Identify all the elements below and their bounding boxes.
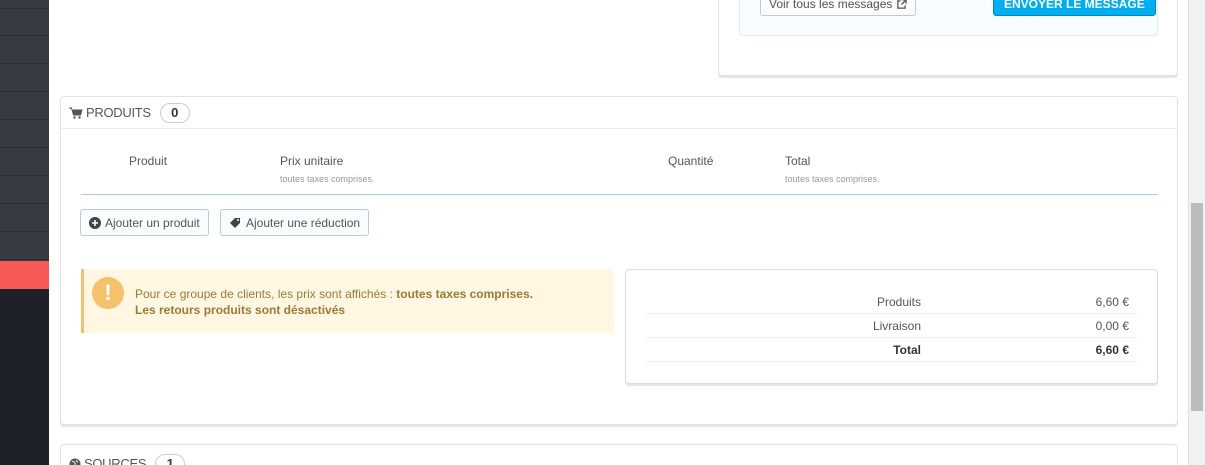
column-header-product: Produit: [129, 154, 168, 168]
table-header-divider: [81, 194, 1158, 195]
totals-label: Livraison: [872, 319, 921, 333]
totals-value: 6,60 €: [1095, 343, 1129, 357]
sidebar-item[interactable]: [0, 93, 49, 120]
column-subheader-unit-price: toutes taxes comprises.: [280, 174, 375, 184]
sidebar-item[interactable]: [0, 149, 49, 176]
add-discount-label: Ajouter une réduction: [246, 215, 361, 230]
add-discount-button[interactable]: Ajouter une réduction: [220, 209, 370, 236]
tag-icon: [229, 216, 242, 230]
sources-panel-heading: Sources 1: [61, 449, 1177, 465]
view-all-messages-label: Voir tous les messages: [769, 0, 893, 11]
alert-returns-disabled: Les retours produits sont désactivés: [135, 303, 346, 317]
view-all-messages-button[interactable]: Voir tous les messages: [760, 0, 917, 16]
sidebar-item[interactable]: [0, 0, 49, 9]
add-product-label: Ajouter un produit: [105, 215, 200, 230]
products-count-badge: 0: [159, 102, 190, 123]
send-message-button[interactable]: Envoyer le message: [993, 0, 1156, 16]
sources-panel-title: Sources: [84, 456, 147, 465]
totals-value: 6,60 €: [1095, 295, 1129, 309]
alert-emphasis: toutes taxes comprises.: [396, 287, 533, 301]
sidebar-nav: [0, 0, 49, 465]
shopping-cart-icon: [69, 106, 83, 120]
order-totals-panel: Produits 6,60 € Livraison 0,00 € Total 6…: [625, 269, 1158, 384]
alert-prefix: Pour ce groupe de clients, les prix sont…: [135, 287, 397, 301]
sidebar-item[interactable]: [0, 205, 49, 232]
products-panel-title: Produits: [86, 105, 151, 120]
sidebar-item[interactable]: [0, 233, 49, 260]
messages-panel: Voir tous les messages Envoyer le messag…: [718, 0, 1178, 76]
add-product-button[interactable]: Ajouter un produit: [80, 209, 209, 236]
globe-icon: [69, 457, 81, 465]
sidebar-item[interactable]: [0, 177, 49, 204]
column-header-unit-price: Prix unitaire: [280, 154, 344, 168]
sidebar-footer: [0, 289, 49, 465]
external-link-icon: [896, 0, 908, 11]
sources-panel: Sources 1: [60, 444, 1178, 465]
sidebar-item-active[interactable]: [0, 261, 49, 289]
scrollbar-thumb[interactable]: [1191, 203, 1203, 411]
sidebar-item[interactable]: [0, 9, 49, 36]
column-subheader-total: toutes taxes comprises.: [785, 174, 880, 184]
totals-row-shipping: Livraison 0,00 €: [646, 314, 1137, 338]
column-header-quantity: Quantité: [668, 154, 714, 168]
totals-label: Total: [893, 343, 921, 357]
totals-row-grand-total: Total 6,60 €: [646, 338, 1137, 362]
exclamation-circle-icon: !: [92, 277, 124, 309]
sidebar-item[interactable]: [0, 65, 49, 92]
sources-count-badge: 1: [155, 453, 186, 465]
totals-label: Produits: [876, 295, 921, 309]
tax-info-alert: ! Pour ce groupe de clients, les prix so…: [81, 269, 614, 333]
products-panel: Produits 0 Produit Prix unitaire toutes …: [60, 96, 1178, 425]
totals-value: 0,00 €: [1095, 319, 1129, 333]
totals-row-products: Produits 6,60 €: [646, 290, 1137, 314]
alert-message: Pour ce groupe de clients, les prix sont…: [135, 286, 533, 318]
page-scrollbar[interactable]: [1188, 0, 1205, 465]
sidebar-item[interactable]: [0, 37, 49, 64]
sidebar-item[interactable]: [0, 121, 49, 148]
message-form-footer: Voir tous les messages Envoyer le messag…: [739, 0, 1158, 36]
products-panel-heading: Produits 0: [61, 97, 1177, 129]
column-header-total: Total: [785, 154, 811, 168]
plus-circle-icon: [89, 216, 101, 230]
